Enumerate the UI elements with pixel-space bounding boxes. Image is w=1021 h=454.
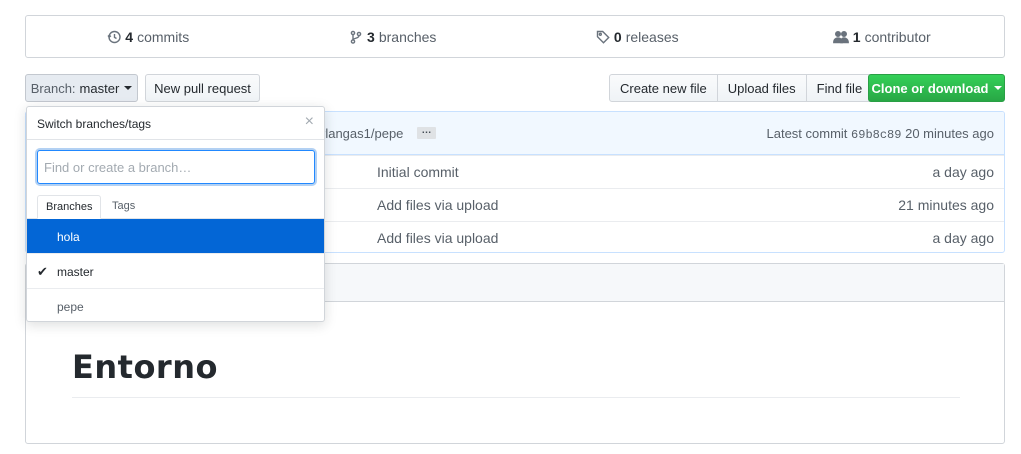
clone-label: Clone or download xyxy=(871,80,989,96)
branch-item-label: pepe xyxy=(57,300,84,314)
people-icon xyxy=(832,30,849,43)
contributors-label: contributor xyxy=(864,28,931,45)
branch-item-pepe[interactable]: pepe xyxy=(27,289,324,321)
dropdown-filter xyxy=(27,140,324,186)
dropdown-tabs: Branches Tags xyxy=(27,186,324,219)
contributors-count: 1 xyxy=(852,28,861,45)
history-icon xyxy=(107,30,121,43)
latest-commit-age: 20 minutes ago xyxy=(905,126,994,141)
file-commit-message[interactable]: Initial commit xyxy=(377,164,459,180)
close-icon[interactable]: × xyxy=(305,113,314,131)
upload-files-button[interactable]: Upload files xyxy=(716,74,807,102)
contributors-link[interactable]: 1 contributor xyxy=(760,29,1005,45)
clone-or-download-button[interactable]: Clone or download xyxy=(868,74,1005,102)
branch-item-master[interactable]: ✔ master xyxy=(27,254,324,289)
caret-down-icon xyxy=(993,86,1002,90)
tag-icon xyxy=(596,30,610,44)
latest-commit-info: Latest commit 69b8c89 20 minutes ago xyxy=(767,126,995,142)
file-commit-message[interactable]: Add files via upload xyxy=(377,230,498,246)
heading-divider xyxy=(72,397,960,398)
file-commit-age: a day ago xyxy=(932,164,995,180)
latest-commit-prefix: Latest commit xyxy=(766,126,848,141)
branch-item-label: hola xyxy=(57,230,80,244)
branch-filter-input[interactable] xyxy=(37,150,315,184)
file-commit-message[interactable]: Add files via upload xyxy=(377,197,498,213)
tab-tags[interactable]: Tags xyxy=(104,195,143,219)
dropdown-header: Switch branches/tags × xyxy=(27,107,324,140)
commits-label: commits xyxy=(137,28,190,45)
releases-count: 0 xyxy=(613,28,622,45)
repo-summary-bar: 4 commits 3 branches 0 releases 1 contri… xyxy=(25,15,1005,58)
releases-link[interactable]: 0 releases xyxy=(515,29,760,45)
branches-count: 3 xyxy=(367,28,375,45)
commit-expand-button[interactable]: … xyxy=(417,126,436,139)
branch-select-button[interactable]: Branch: master xyxy=(25,74,138,102)
branch-item-hola[interactable]: hola xyxy=(27,219,324,254)
file-actions-group: Create new file Upload files Find file xyxy=(609,74,874,102)
readme-heading: Entorno xyxy=(72,348,218,386)
commits-count: 4 xyxy=(125,28,134,45)
new-pull-request-button[interactable]: New pull request xyxy=(145,74,260,102)
branch-item-label: master xyxy=(57,265,94,279)
tab-branches[interactable]: Branches xyxy=(37,195,102,219)
branches-link[interactable]: 3 branches xyxy=(271,29,516,45)
releases-label: releases xyxy=(625,28,679,45)
create-new-file-button[interactable]: Create new file xyxy=(609,74,718,102)
branch-select-label: Branch: xyxy=(30,80,76,96)
commit-sha-link[interactable]: 69b8c89 xyxy=(851,128,901,142)
commit-author[interactable]: rlangas1/pepe xyxy=(321,126,403,141)
branch-switcher-dropdown: Switch branches/tags × Branches Tags hol… xyxy=(26,106,325,322)
branches-label: branches xyxy=(378,28,437,45)
caret-down-icon xyxy=(124,86,133,90)
find-file-button[interactable]: Find file xyxy=(805,74,874,102)
branch-select-value: master xyxy=(79,80,120,96)
file-commit-age: a day ago xyxy=(932,230,995,246)
commits-link[interactable]: 4 commits xyxy=(26,29,271,45)
file-commit-age: 21 minutes ago xyxy=(898,197,994,213)
dropdown-title: Switch branches/tags xyxy=(37,117,152,131)
branch-icon xyxy=(350,30,362,44)
checkmark-icon: ✔ xyxy=(37,264,48,279)
